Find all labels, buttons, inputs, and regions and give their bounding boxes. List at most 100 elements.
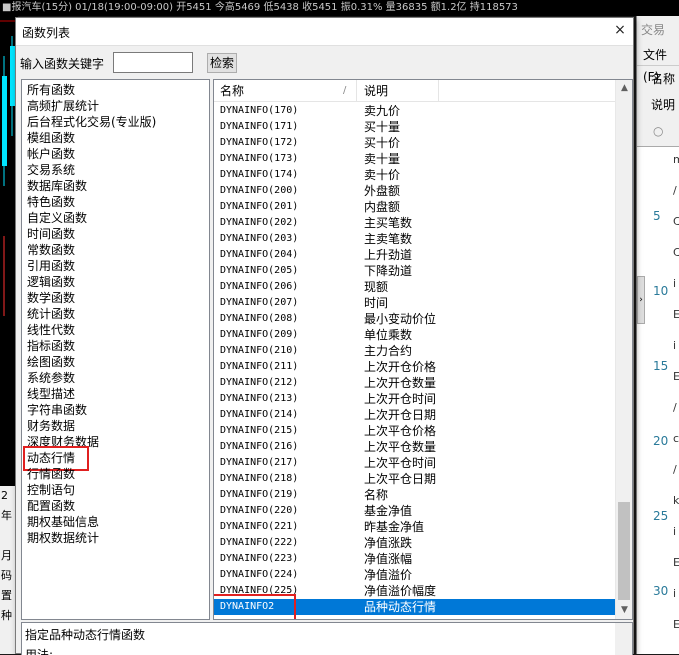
- category-item[interactable]: 期权基础信息: [27, 514, 99, 530]
- line-number: 25: [653, 509, 669, 523]
- column-name-label: 名称: [220, 84, 245, 98]
- function-name-cell: DYNAINFO(216): [220, 441, 299, 452]
- column-header-desc[interactable]: 说明: [359, 80, 439, 102]
- category-item[interactable]: 常数函数: [27, 242, 75, 258]
- function-desc-cell: 买十价: [364, 136, 401, 150]
- table-row[interactable]: DYNAINFO(212) 上次开仓数量: [214, 375, 619, 391]
- table-row[interactable]: DYNAINFO(170) 卖九价: [214, 103, 619, 119]
- table-row[interactable]: DYNAINFO(174) 卖十价: [214, 167, 619, 183]
- function-desc-cell: 卖十量: [364, 152, 401, 166]
- category-item[interactable]: 绘图函数: [27, 354, 75, 370]
- category-item[interactable]: 逻辑函数: [27, 274, 75, 290]
- category-item[interactable]: 行情函数: [27, 466, 75, 482]
- function-desc-cell: 主卖笔数: [364, 232, 413, 246]
- category-item[interactable]: 配置函数: [27, 498, 75, 514]
- table-row[interactable]: DYNAINFO(209) 单位乘数: [214, 327, 619, 343]
- table-row[interactable]: DYNAINFO(211) 上次开仓价格: [214, 359, 619, 375]
- function-name-cell: DYNAINFO(174): [220, 169, 299, 180]
- code-fragment: i: [673, 339, 677, 352]
- editor-menu-file[interactable]: 文件(F): [637, 44, 679, 84]
- table-row[interactable]: DYNAINFO(214) 上次开仓日期: [214, 407, 619, 423]
- function-table[interactable]: 名称 / 说明 DYNAINFO(170) 卖九价 DYNAINFO(171) 买十量…: [213, 79, 633, 620]
- table-row[interactable]: DYNAINFO(206) 现额: [214, 279, 619, 295]
- category-item[interactable]: 线性代数: [27, 322, 75, 338]
- function-name-cell: DYNAINFO(223): [220, 553, 299, 564]
- category-item[interactable]: 数据库函数: [27, 178, 87, 194]
- table-scrollbar[interactable]: ▲ ▼: [615, 80, 632, 619]
- table-row[interactable]: DYNAINFO(201) 内盘额: [214, 199, 619, 215]
- category-item[interactable]: 控制语句: [27, 482, 75, 498]
- category-item[interactable]: 所有函数: [27, 82, 75, 98]
- category-item[interactable]: 线型描述: [27, 386, 75, 402]
- function-name-cell: DYNAINFO(209): [220, 329, 299, 340]
- table-row[interactable]: DYNAINFO(208) 最小变动价位: [214, 311, 619, 327]
- table-row[interactable]: DYNAINFO(215) 上次平仓价格: [214, 423, 619, 439]
- function-desc-cell: 昨基金净值: [364, 520, 425, 534]
- code-editor[interactable]: 5 10 15 20 25 30 m / C Ci Ei E / c / k i Ei E: [637, 146, 679, 654]
- function-desc-cell: 卖九价: [364, 104, 401, 118]
- category-item[interactable]: 引用函数: [27, 258, 75, 274]
- scrollbar-thumb[interactable]: [618, 502, 630, 600]
- collapse-splitter-button[interactable]: ›: [637, 276, 645, 324]
- table-row[interactable]: DYNAINFO(173) 卖十量: [214, 151, 619, 167]
- table-row[interactable]: DYNAINFO(223) 净值涨幅: [214, 551, 619, 567]
- category-item[interactable]: 特色函数: [27, 194, 75, 210]
- table-row[interactable]: DYNAINFO(202) 主买笔数: [214, 215, 619, 231]
- close-icon[interactable]: ×: [613, 23, 627, 37]
- category-item[interactable]: 帐户函数: [27, 146, 75, 162]
- category-item[interactable]: 财务数据: [27, 418, 75, 434]
- search-input[interactable]: [113, 52, 193, 73]
- code-fragment: i: [673, 587, 677, 600]
- table-row[interactable]: DYNAINFO(172) 买十价: [214, 135, 619, 151]
- code-fragment: E: [673, 618, 679, 631]
- search-button[interactable]: 检索: [207, 53, 237, 73]
- table-row[interactable]: DYNAINFO(220) 基金净值: [214, 503, 619, 519]
- table-row[interactable]: DYNAINFO(171) 买十量: [214, 119, 619, 135]
- column-header-name[interactable]: 名称: [214, 80, 357, 102]
- table-row[interactable]: DYNAINFO(200) 外盘额: [214, 183, 619, 199]
- category-item[interactable]: 模组函数: [27, 130, 75, 146]
- table-row[interactable]: DYNAINFO(204) 上升劲道: [214, 247, 619, 263]
- editor-radio[interactable]: ○ 副: [637, 118, 679, 164]
- table-row[interactable]: DYNAINFO(207) 时间: [214, 295, 619, 311]
- category-item[interactable]: 时间函数: [27, 226, 75, 242]
- category-item[interactable]: 交易系统: [27, 162, 75, 178]
- table-row[interactable]: DYNAINFO(210) 主力合约: [214, 343, 619, 359]
- category-item[interactable]: 自定义函数: [27, 210, 87, 226]
- table-row[interactable]: DYNAINFO(221) 昨基金净值: [214, 519, 619, 535]
- code-fragment: i: [673, 277, 677, 290]
- table-row[interactable]: DYNAINFO(203) 主卖笔数: [214, 231, 619, 247]
- table-row[interactable]: DYNAINFO(216) 上次平仓数量: [214, 439, 619, 455]
- table-row[interactable]: DYNAINFO(217) 上次平仓时间: [214, 455, 619, 471]
- function-list-dialog: 函数列表 × 输入函数关键字 检索 所有函数 高频扩展统计 后台程式化交易(专业版)…: [15, 17, 634, 655]
- category-item[interactable]: 字符串函数: [27, 402, 87, 418]
- table-row[interactable]: DYNAINFO(224) 净值溢价: [214, 567, 619, 583]
- category-item[interactable]: 后台程式化交易(专业版): [27, 114, 156, 130]
- scroll-down-icon[interactable]: ▼: [616, 602, 632, 619]
- table-row[interactable]: DYNAINFO(222) 净值涨跌: [214, 535, 619, 551]
- description-scrollbar[interactable]: [615, 623, 632, 655]
- table-row[interactable]: DYNAINFO(205) 下降劲道: [214, 263, 619, 279]
- category-list[interactable]: 所有函数 高频扩展统计 后台程式化交易(专业版) 模组函数 帐户函数 交易系统 数据库函数特…: [21, 79, 210, 620]
- scroll-up-icon[interactable]: ▲: [616, 80, 632, 97]
- quote-ticker: ■报汽车(15分) 01/18(19:00-09:00) 开5451 今高546…: [0, 0, 679, 16]
- line-number: 20: [653, 434, 669, 448]
- function-name-cell: DYNAINFO(221): [220, 521, 299, 532]
- code-fragment: E: [673, 556, 679, 569]
- category-item[interactable]: 指标函数: [27, 338, 75, 354]
- table-row[interactable]: DYNAINFO(218) 上次平仓日期: [214, 471, 619, 487]
- category-item[interactable]: 统计函数: [27, 306, 75, 322]
- table-row[interactable]: DYNAINFO(213) 上次开仓时间: [214, 391, 619, 407]
- dialog-titlebar: 函数列表 ×: [16, 18, 633, 46]
- code-fragment: E: [673, 370, 679, 383]
- function-desc-cell: 上次开仓价格: [364, 360, 437, 374]
- category-item[interactable]: 高频扩展统计: [27, 98, 99, 114]
- code-fragment: /: [673, 401, 677, 414]
- column-desc-label: 说明: [364, 84, 389, 98]
- function-name-cell: DYNAINFO(208): [220, 313, 299, 324]
- category-item[interactable]: 数学函数: [27, 290, 75, 306]
- table-row[interactable]: DYNAINFO(219) 名称: [214, 487, 619, 503]
- line-number: 30: [653, 584, 669, 598]
- category-item[interactable]: 期权数据统计: [27, 530, 99, 546]
- category-item[interactable]: 系统参数: [27, 370, 75, 386]
